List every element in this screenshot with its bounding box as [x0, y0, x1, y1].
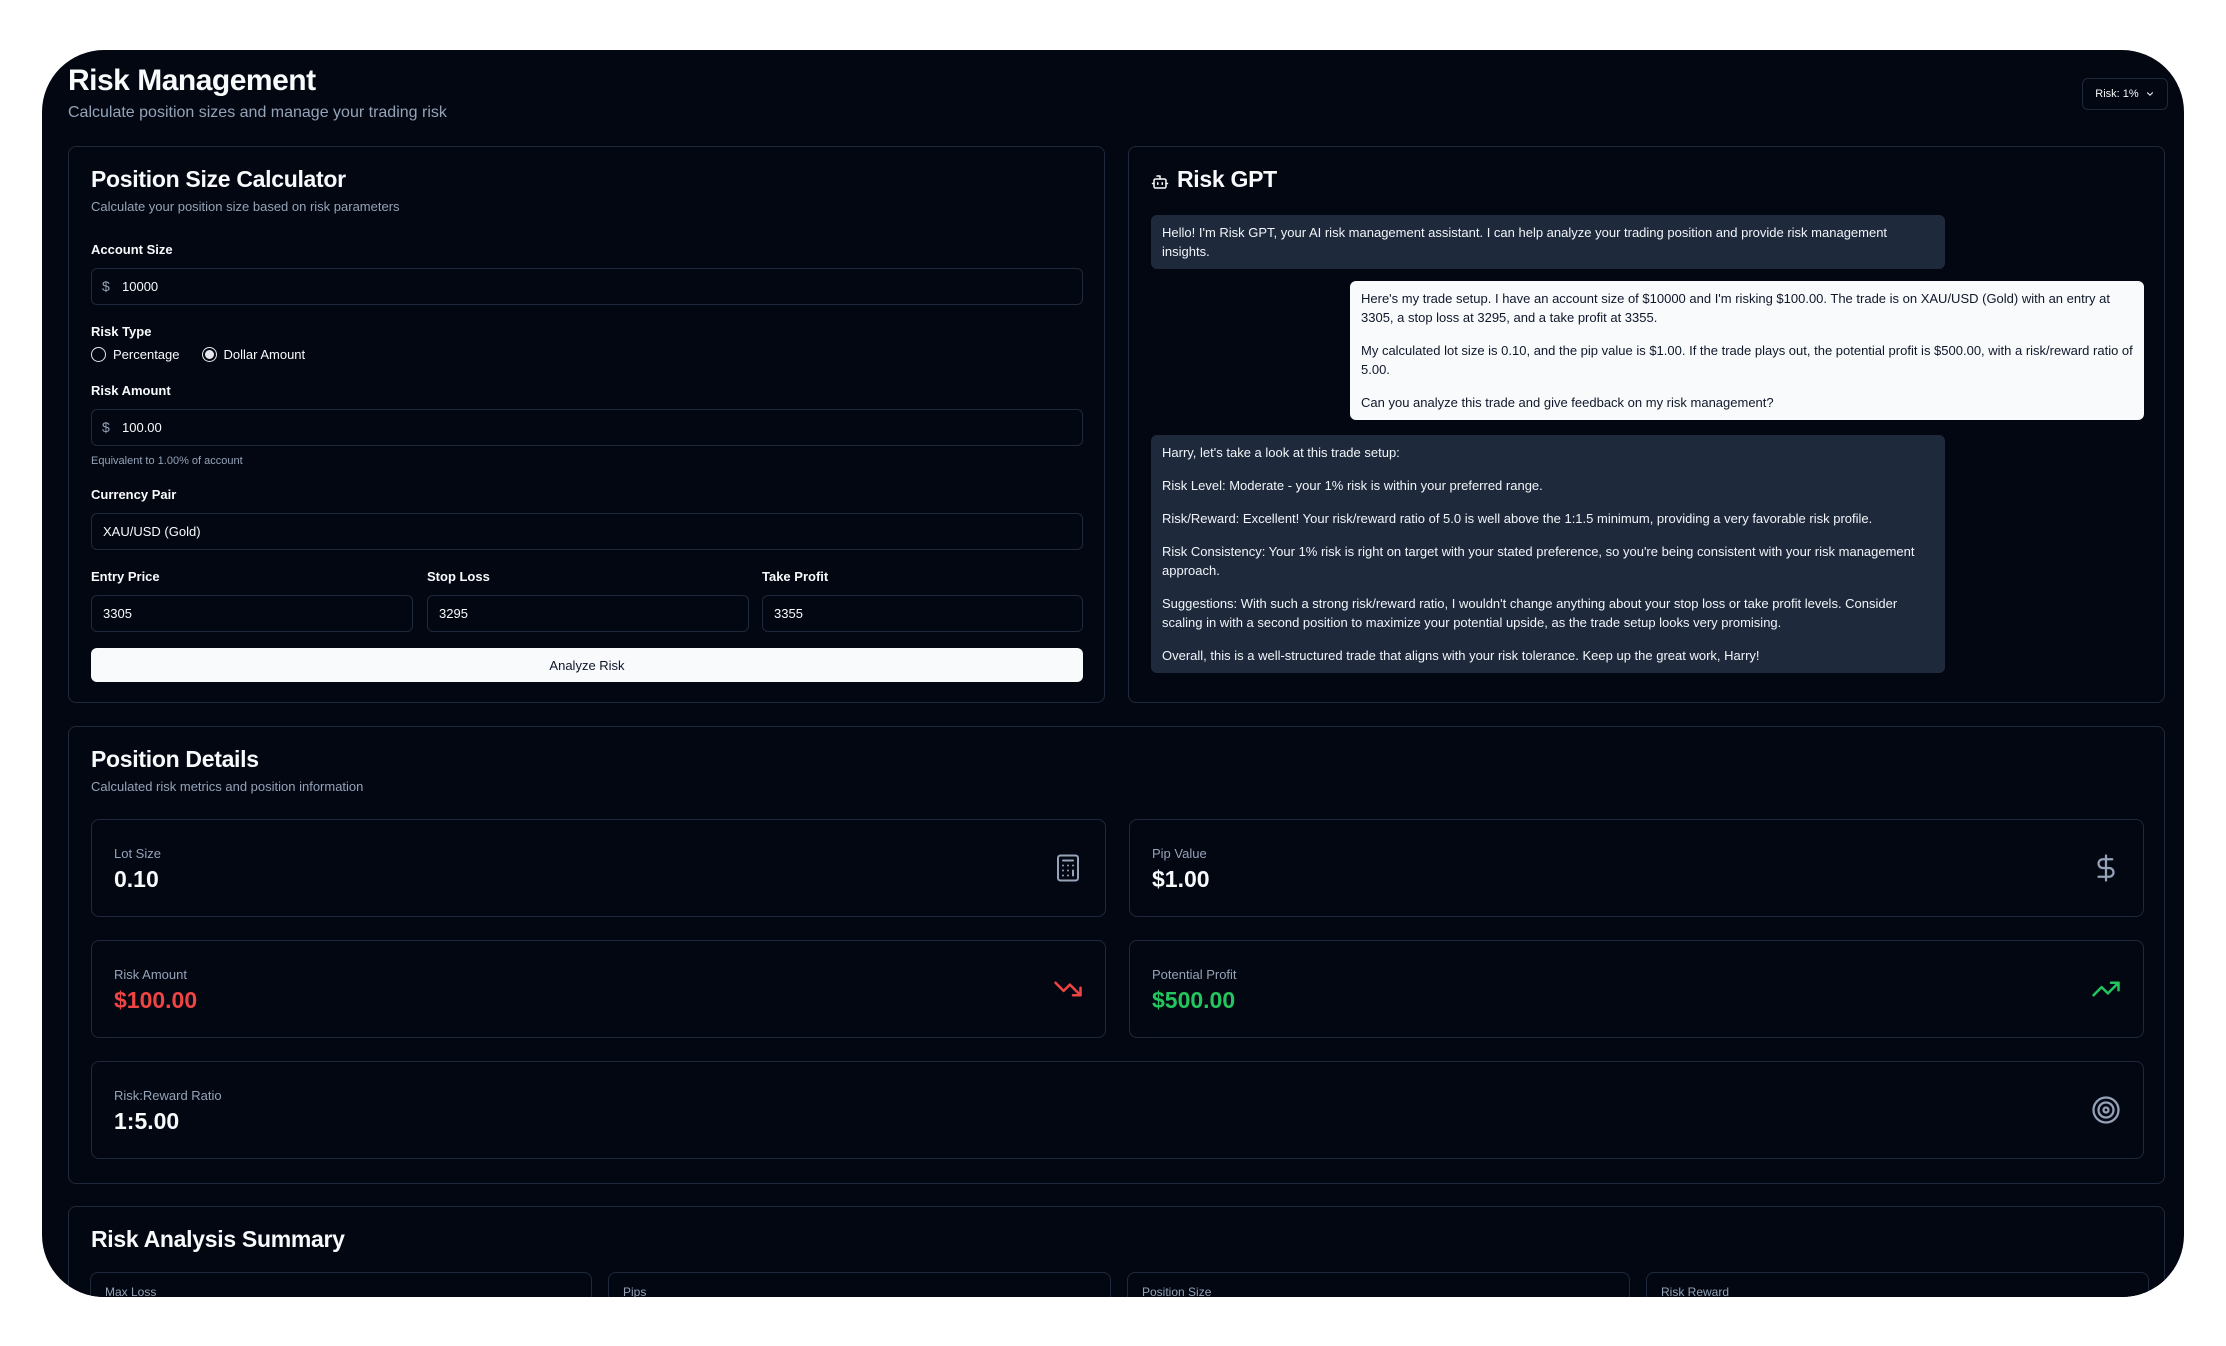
- risk-type-radio-group: Percentage Dollar Amount: [91, 347, 305, 362]
- bot-icon: [1151, 175, 1169, 189]
- message-text: Suggestions: With such a strong risk/rew…: [1162, 596, 1898, 630]
- stop-loss-label: Stop Loss: [427, 569, 490, 584]
- trending-down-icon: [1054, 981, 1082, 997]
- calculator-icon: [1057, 854, 1079, 882]
- account-size-input[interactable]: [91, 268, 1083, 305]
- user-message: Here's my trade setup. I have an account…: [1350, 281, 2144, 420]
- dollar-prefix-icon: $: [102, 419, 110, 435]
- risk-amount-label: Risk Amount: [91, 383, 171, 398]
- calculator-title: Position Size Calculator: [91, 166, 346, 192]
- metric-label: Risk:Reward Ratio: [114, 1088, 222, 1103]
- lot-size-metric: Lot Size 0.10: [91, 819, 1106, 917]
- metric-value: $1.00: [1152, 866, 1210, 892]
- message-text: Risk Level: Moderate - your 1% risk is w…: [1162, 478, 1543, 493]
- entry-price-label: Entry Price: [91, 569, 160, 584]
- message-text: My calculated lot size is 0.10, and the …: [1361, 343, 2133, 377]
- metric-value: $100.00: [114, 987, 198, 1013]
- risk-type-dollar-amount-option[interactable]: Dollar Amount: [201, 347, 306, 362]
- message-text: Here's my trade setup. I have an account…: [1361, 291, 2111, 325]
- summary-item-label: Risk Reward: [1661, 1285, 1730, 1297]
- risk-preference-select[interactable]: Risk: 1%: [2082, 78, 2168, 110]
- target-icon: [2092, 1096, 2120, 1124]
- dollar-sign-icon: [2097, 854, 2115, 882]
- risk-gpt-card: Risk GPT Hello! I'm Risk GPT, your AI ri…: [1128, 146, 2165, 703]
- percentage-option-label: Percentage: [113, 347, 180, 362]
- summary-item-label: Max Loss: [105, 1285, 157, 1297]
- metric-value: $500.00: [1152, 987, 1236, 1013]
- potential-profit-metric: Potential Profit $500.00: [1129, 940, 2144, 1038]
- radio-unchecked-icon[interactable]: [91, 347, 106, 362]
- message-text: Risk/Reward: Excellent! Your risk/reward…: [1162, 511, 1873, 526]
- analyze-risk-button[interactable]: Analyze Risk: [91, 648, 1083, 682]
- metric-value: 1:5.00: [114, 1108, 180, 1134]
- account-size-label: Account Size: [91, 242, 173, 257]
- assistant-message: Hello! I'm Risk GPT, your AI risk manage…: [1151, 215, 1945, 269]
- position-details-title: Position Details: [91, 746, 259, 772]
- position-size-calculator-card: Position Size Calculator Calculate your …: [68, 146, 1105, 703]
- pip-value-metric: Pip Value $1.00: [1129, 819, 2144, 917]
- risk-gpt-title: Risk GPT: [1177, 166, 1277, 192]
- page-title: Risk Management: [68, 64, 316, 97]
- risk-type-label: Risk Type: [91, 324, 152, 339]
- message-text: Hello! I'm Risk GPT, your AI risk manage…: [1162, 225, 1888, 259]
- risk-amount-metric: Risk Amount $100.00: [91, 940, 1106, 1038]
- message-text: Overall, this is a well-structured trade…: [1162, 648, 1760, 663]
- trending-up-icon: [2092, 981, 2120, 997]
- message-text: Can you analyze this trade and give feed…: [1361, 395, 1774, 410]
- take-profit-input[interactable]: [762, 595, 1083, 632]
- summary-item-label: Pips: [623, 1285, 647, 1297]
- entry-price-input[interactable]: [91, 595, 413, 632]
- currency-pair-input[interactable]: [91, 513, 1083, 550]
- stop-loss-input[interactable]: [427, 595, 749, 632]
- position-details-card: Position Details Calculated risk metrics…: [68, 726, 2165, 1184]
- risk-reward-ratio-metric: Risk:Reward Ratio 1:5.00: [91, 1061, 2144, 1159]
- position-details-description: Calculated risk metrics and position inf…: [91, 779, 364, 794]
- calculator-description: Calculate your position size based on ri…: [91, 199, 400, 214]
- summary-item-max-loss: Max Loss: [90, 1272, 592, 1297]
- chevron-down-icon: [2146, 92, 2153, 96]
- metric-label: Lot Size: [114, 846, 161, 861]
- summary-item-label: Position Size: [1142, 1285, 1212, 1297]
- summary-item-pips: Pips: [608, 1272, 1111, 1297]
- take-profit-label: Take Profit: [762, 569, 829, 584]
- dollar-amount-option-label: Dollar Amount: [223, 347, 306, 362]
- risk-amount-hint: Equivalent to 1.00% of account: [91, 455, 243, 467]
- summary-item-risk-reward: Risk Reward: [1646, 1272, 2149, 1297]
- metric-value: 0.10: [114, 866, 159, 892]
- metric-label: Potential Profit: [1152, 967, 1237, 982]
- currency-pair-label: Currency Pair: [91, 487, 177, 502]
- metric-label: Risk Amount: [114, 967, 187, 982]
- risk-analysis-summary-title: Risk Analysis Summary: [91, 1226, 345, 1252]
- risk-preference-label: Risk: 1%: [2095, 88, 2139, 100]
- app-window: Risk Management Calculate position sizes…: [42, 50, 2184, 1297]
- metric-label: Pip Value: [1152, 846, 1207, 861]
- message-text: Risk Consistency: Your 1% risk is right …: [1162, 544, 1915, 578]
- assistant-message: Harry, let's take a look at this trade s…: [1151, 435, 1945, 673]
- summary-item-position-size: Position Size: [1127, 1272, 1630, 1297]
- message-text: Harry, let's take a look at this trade s…: [1162, 445, 1400, 460]
- dollar-prefix-icon: $: [102, 278, 110, 294]
- risk-amount-input[interactable]: [91, 409, 1083, 446]
- risk-type-percentage-option[interactable]: Percentage: [91, 347, 180, 362]
- page-subtitle: Calculate position sizes and manage your…: [68, 104, 447, 121]
- radio-checked-icon[interactable]: [201, 347, 217, 362]
